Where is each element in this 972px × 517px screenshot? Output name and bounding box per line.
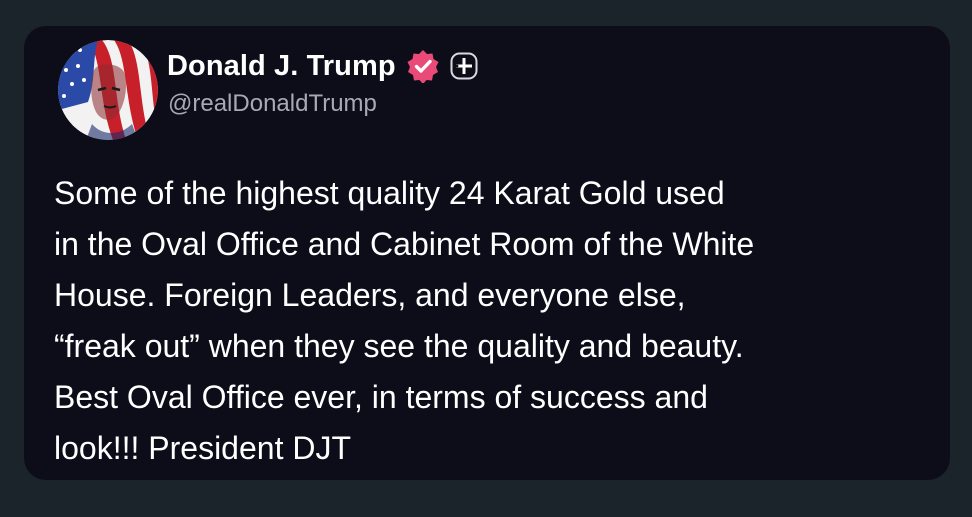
post-card: Donald J. Trump @realDonaldTrump Some of… (24, 26, 950, 480)
verified-badge-icon (407, 50, 439, 83)
flag-portrait-avatar-icon (58, 40, 158, 140)
author-handle[interactable]: @realDonaldTrump (168, 90, 377, 118)
plus-badge-icon (450, 52, 478, 80)
author-display-name[interactable]: Donald J. Trump (167, 50, 396, 83)
avatar[interactable] (58, 40, 158, 140)
author-name-row: Donald J. Trump (167, 46, 478, 86)
post-text: Some of the highest quality 24 Karat Gol… (54, 175, 755, 466)
